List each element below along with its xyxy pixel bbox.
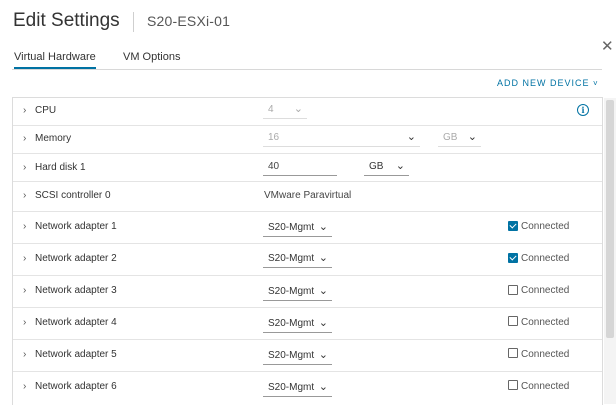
- cpu-select-value: 4: [268, 104, 274, 115]
- network-select-value: S20-Mgmt: [268, 350, 315, 361]
- hardware-row-network-adapter: › Network adapter 5 S20-Mgmt ⌄ Connected: [13, 340, 602, 372]
- tab-divider: [12, 69, 602, 70]
- row-label-network-adapter: Network adapter 2: [35, 253, 117, 264]
- chevron-down-icon: ⌄: [318, 381, 328, 393]
- row-label-hard-disk: Hard disk 1: [35, 162, 86, 173]
- vm-name: S20-ESXi-01: [147, 13, 231, 29]
- row-label-network-adapter: Network adapter 1: [35, 221, 117, 232]
- expand-chevron-icon[interactable]: ›: [23, 190, 26, 201]
- memory-unit-value: GB: [443, 132, 458, 143]
- chevron-down-icon: ⌄: [318, 221, 328, 233]
- expand-chevron-icon[interactable]: ›: [23, 349, 26, 360]
- row-label-network-adapter: Network adapter 6: [35, 381, 117, 392]
- connected-checkbox[interactable]: [508, 221, 518, 231]
- connected-label: Connected: [521, 253, 570, 264]
- network-select-value: S20-Mgmt: [268, 318, 315, 329]
- hard-disk-unit-select[interactable]: GB ⌄: [364, 160, 409, 176]
- hard-disk-unit-value: GB: [369, 161, 384, 172]
- expand-chevron-icon[interactable]: ›: [23, 381, 26, 392]
- network-select[interactable]: S20-Mgmt ⌄: [263, 317, 332, 333]
- hardware-row-network-adapter: › Network adapter 6 S20-Mgmt ⌄ Connected: [13, 372, 602, 405]
- hardware-row-cpu: › CPU 4 ⌄: [13, 98, 602, 126]
- network-select-value: S20-Mgmt: [268, 382, 315, 393]
- connected-label: Connected: [521, 349, 570, 360]
- hardware-row-scsi: › SCSI controller 0 VMware Paravirtual: [13, 182, 602, 212]
- hard-disk-size-value: 40: [268, 161, 280, 172]
- chevron-down-icon: ⌄: [318, 317, 328, 329]
- tab-vm-options[interactable]: VM Options: [123, 51, 180, 63]
- expand-chevron-icon[interactable]: ›: [23, 105, 26, 116]
- expand-chevron-icon[interactable]: ›: [23, 317, 26, 328]
- row-label-cpu: CPU: [35, 105, 57, 116]
- network-select-value: S20-Mgmt: [268, 253, 315, 264]
- chevron-down-icon: ⌄: [406, 131, 416, 143]
- hardware-row-network-adapter: › Network adapter 3 S20-Mgmt ⌄ Connected: [13, 276, 602, 308]
- chevron-down-icon: ⌄: [467, 131, 477, 143]
- info-icon[interactable]: i: [577, 104, 589, 116]
- connected-label: Connected: [521, 317, 570, 328]
- chevron-down-icon: ⌄: [318, 349, 328, 361]
- network-select-value: S20-Mgmt: [268, 286, 315, 297]
- expand-chevron-icon[interactable]: ›: [23, 162, 26, 173]
- row-label-network-adapter: Network adapter 3: [35, 285, 117, 296]
- row-label-scsi: SCSI controller 0: [35, 190, 111, 201]
- network-select[interactable]: S20-Mgmt ⌄: [263, 381, 332, 397]
- cpu-select[interactable]: 4 ⌄: [263, 103, 307, 119]
- expand-chevron-icon[interactable]: ›: [23, 133, 26, 144]
- hard-disk-size-input[interactable]: 40: [263, 160, 337, 176]
- hardware-row-network-adapter: › Network adapter 1 S20-Mgmt ⌄ Connected: [13, 212, 602, 244]
- network-select[interactable]: S20-Mgmt ⌄: [263, 221, 332, 237]
- network-select[interactable]: S20-Mgmt ⌄: [263, 252, 332, 268]
- memory-select[interactable]: 16 ⌄: [263, 131, 420, 147]
- hardware-row-network-adapter: › Network adapter 4 S20-Mgmt ⌄ Connected: [13, 308, 602, 340]
- connected-checkbox[interactable]: [508, 380, 518, 390]
- memory-select-value: 16: [268, 132, 280, 143]
- hardware-row-hard-disk: › Hard disk 1 40 GB ⌄: [13, 154, 602, 182]
- connected-label: Connected: [521, 285, 570, 296]
- chevron-down-icon: ⌄: [395, 160, 405, 172]
- connected-checkbox[interactable]: [508, 316, 518, 326]
- connected-label: Connected: [521, 221, 570, 232]
- dialog-title: Edit Settings: [13, 10, 120, 31]
- row-label-memory: Memory: [35, 133, 72, 144]
- network-select[interactable]: S20-Mgmt ⌄: [263, 349, 332, 365]
- chevron-down-icon: ⌄: [318, 252, 328, 264]
- connected-label: Connected: [521, 381, 570, 392]
- row-label-network-adapter: Network adapter 5: [35, 349, 117, 360]
- hardware-grid: › CPU 4 ⌄ › Memory 16 ⌄ GB ⌄ › Hard disk…: [12, 97, 603, 405]
- hardware-row-memory: › Memory 16 ⌄ GB ⌄: [13, 126, 602, 154]
- scsi-type-value: VMware Paravirtual: [264, 190, 352, 201]
- connected-checkbox[interactable]: [508, 253, 518, 263]
- scrollbar-thumb[interactable]: [606, 100, 614, 338]
- tab-bar: Virtual Hardware VM Options: [0, 48, 616, 70]
- chevron-down-icon: ⌄: [318, 285, 328, 297]
- add-new-device-label: ADD NEW DEVICE: [497, 78, 590, 88]
- title-divider: [133, 12, 134, 32]
- memory-unit-select[interactable]: GB ⌄: [438, 131, 481, 147]
- chevron-down-icon: ⌄: [293, 103, 303, 115]
- expand-chevron-icon[interactable]: ›: [23, 253, 26, 264]
- network-select-value: S20-Mgmt: [268, 222, 315, 233]
- hardware-row-network-adapter: › Network adapter 2 S20-Mgmt ⌄ Connected: [13, 244, 602, 276]
- chevron-down-icon: ˅: [593, 79, 598, 88]
- connected-checkbox[interactable]: [508, 285, 518, 295]
- add-new-device-button[interactable]: ADD NEW DEVICE ˅: [497, 78, 598, 88]
- row-label-network-adapter: Network adapter 4: [35, 317, 117, 328]
- tab-virtual-hardware[interactable]: Virtual Hardware: [14, 51, 96, 70]
- expand-chevron-icon[interactable]: ›: [23, 285, 26, 296]
- dialog-header: Edit Settings S20-ESXi-01: [0, 0, 616, 46]
- network-select[interactable]: S20-Mgmt ⌄: [263, 285, 332, 301]
- connected-checkbox[interactable]: [508, 348, 518, 358]
- expand-chevron-icon[interactable]: ›: [23, 221, 26, 232]
